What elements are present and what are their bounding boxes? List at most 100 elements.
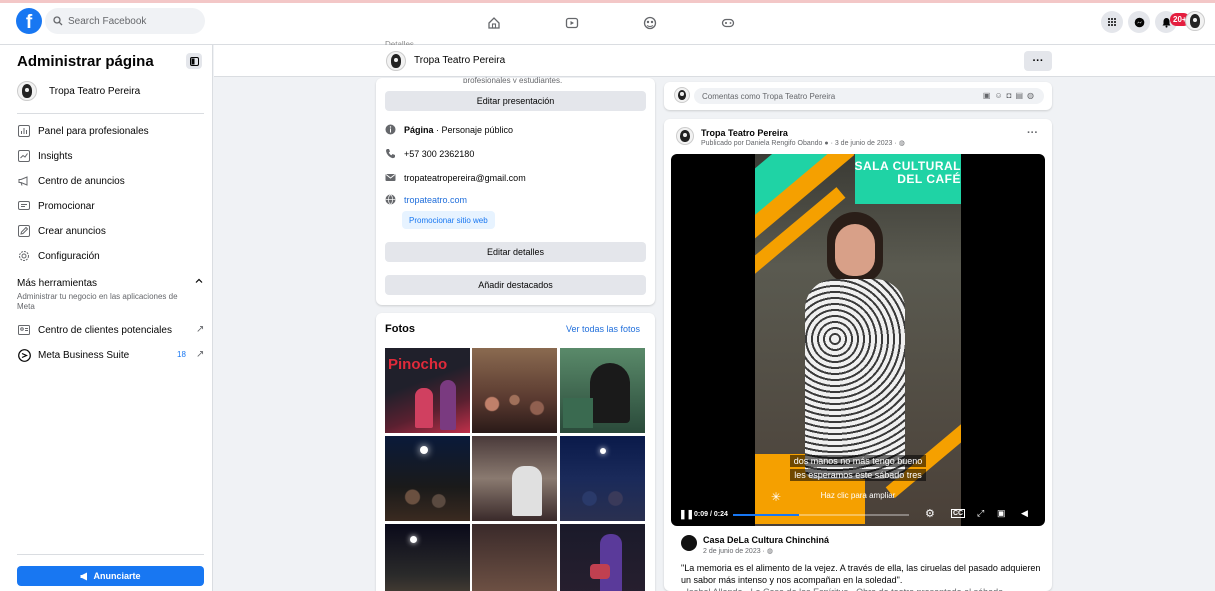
comment-input[interactable]: Comentas como Tropa Teatro Pereira ▣ ☺ ◘… [694, 88, 1044, 104]
phone-row: +57 300 2362180 [385, 148, 474, 159]
intro-cut-text: profesionales y estudiantes. [463, 76, 563, 83]
sidebar-item-ad-center[interactable]: Centro de anuncios [17, 172, 207, 190]
meta-suite-count-badge: 18 [177, 350, 186, 359]
external-link-icon: ↗ [196, 324, 205, 335]
website-link[interactable]: tropateatro.com [404, 195, 467, 205]
post-quote-text: "La memoria es el alimento de la vejez. … [681, 563, 1041, 585]
photo-thumbnail[interactable] [385, 524, 470, 591]
page-avatar[interactable] [386, 51, 406, 71]
sidebar-item-settings[interactable]: Configuración [17, 247, 207, 265]
account-avatar[interactable] [1185, 11, 1205, 31]
camera-icon[interactable]: ◘ [1007, 91, 1012, 100]
post-author-name[interactable]: Tropa Teatro Pereira [701, 128, 788, 138]
sidebar-divider [17, 554, 204, 555]
more-tools-heading[interactable]: Más herramientas [17, 278, 97, 289]
photo-thumbnail[interactable]: Pinocho [385, 348, 470, 433]
dashboard-icon [17, 124, 31, 138]
edit-presentation-button[interactable]: Editar presentación [385, 91, 646, 111]
pause-icon[interactable]: ❚❚ [679, 509, 694, 520]
promote-icon [17, 199, 31, 213]
watch-video-icon[interactable] [562, 13, 582, 33]
comment-composer: Comentas como Tropa Teatro Pereira ▣ ☺ ◘… [664, 82, 1052, 110]
sidebar-item-promote[interactable]: Promocionar [17, 197, 207, 215]
sidebar-item-insights[interactable]: Insights [17, 147, 207, 165]
shared-author-name[interactable]: Casa DeLa Cultura Chinchiná [703, 535, 829, 545]
more-options-button[interactable]: ··· [1024, 51, 1052, 71]
fullscreen-icon[interactable]: ⤢ [977, 508, 984, 519]
phone-number: +57 300 2362180 [404, 148, 475, 159]
info-icon: ● [824, 140, 829, 147]
top-navigation-bar: f 20+ [0, 3, 1215, 45]
post-quote-continued: · Isabel Allende · La Casa de los Espíri… [681, 587, 1041, 591]
commenter-avatar [674, 87, 690, 103]
sidebar-title: Administrar página [17, 53, 154, 70]
photo-thumbnail[interactable] [560, 524, 645, 591]
sticker-icon[interactable]: ▣ [983, 91, 991, 100]
groups-icon[interactable] [640, 13, 660, 33]
search-box[interactable] [45, 8, 205, 34]
page-header-bar: Tropa Teatro Pereira ··· [214, 45, 1215, 77]
video-progress-fill [733, 514, 799, 516]
megaphone-icon [80, 572, 88, 580]
search-input[interactable] [68, 15, 188, 27]
page-header-name: Tropa Teatro Pereira [414, 55, 506, 66]
add-featured-button[interactable]: Añadir destacados [385, 275, 646, 295]
avatar-sticker-icon[interactable]: ◍ [1027, 91, 1034, 100]
megaphone-icon [17, 174, 31, 188]
video-time: 0:09 / 0:24 [694, 511, 728, 518]
captions-cc-icon[interactable]: CC [951, 509, 966, 518]
gear-icon [17, 249, 31, 263]
enlarge-hint[interactable]: Haz clic para ampliar [755, 491, 961, 500]
sidebar-item-create-ads[interactable]: Crear anuncios [17, 222, 207, 240]
email-row: tropateatropereira@gmail.com [385, 172, 526, 183]
page-type-label: Página [404, 124, 434, 135]
post-author-avatar[interactable] [676, 127, 694, 145]
video-captions: dos manos no más tengo bueno les esperam… [755, 454, 961, 482]
page-type-row: Página · Personaje público [385, 124, 513, 135]
post-more-options[interactable]: ··· [1027, 127, 1038, 139]
video-progress-bar[interactable] [733, 514, 909, 516]
post-meta: Publicado por Daniela Rengifo Obando ● ·… [701, 140, 905, 147]
search-icon [53, 16, 63, 26]
phone-icon [385, 148, 396, 159]
advertise-button[interactable]: Anunciarte [17, 566, 204, 586]
sidebar-page-profile[interactable]: Tropa Teatro Pereira [17, 81, 140, 101]
sidebar-item-leads-center[interactable]: Centro de clientes potenciales [17, 321, 207, 339]
shared-post-date: 2 de junio de 2023 · ◍ [703, 548, 773, 555]
photo-thumbnail[interactable] [560, 348, 645, 433]
facebook-logo-icon[interactable]: f [16, 8, 42, 34]
picture-in-picture-icon[interactable]: ▣ [997, 508, 1006, 519]
promote-website-button[interactable]: Promocionar sitio web [402, 211, 495, 229]
photo-thumbnail[interactable] [560, 436, 645, 521]
photo-thumbnail[interactable] [472, 348, 557, 433]
menu-grid-icon[interactable] [1101, 11, 1123, 33]
video-player[interactable]: SALA CULTURAL DEL CAFÉ dos manos no más … [671, 154, 1045, 526]
sidebar-divider [17, 113, 204, 114]
gif-icon[interactable]: ▤ [1015, 91, 1023, 100]
chevron-up-icon[interactable] [195, 277, 203, 288]
email-address: tropateatropereira@gmail.com [404, 172, 526, 183]
manage-page-sidebar: Administrar página Tropa Teatro Pereira … [0, 45, 213, 591]
edit-details-button[interactable]: Editar detalles [385, 242, 646, 262]
photo-thumbnail[interactable] [472, 436, 557, 521]
emoji-icon[interactable]: ☺ [994, 91, 1002, 100]
video-overlay-title: SALA CULTURAL DEL CAFÉ [854, 159, 961, 186]
page-type-value: · Personaje público [433, 124, 514, 135]
sidebar-item-professional-dashboard[interactable]: Panel para profesionales [17, 122, 207, 140]
photo-thumbnail[interactable] [385, 436, 470, 521]
see-all-photos-link[interactable]: Ver todas las fotos [566, 324, 640, 334]
globe-icon [385, 194, 396, 205]
settings-gear-icon[interactable]: ⚙ [925, 507, 935, 520]
leads-icon [17, 323, 31, 337]
video-post: Tropa Teatro Pereira Publicado por Danie… [664, 119, 1052, 591]
shared-post-header: Casa DeLa Cultura Chinchiná 2 de junio d… [681, 535, 829, 555]
photo-poster-title: Pinocho [388, 356, 448, 373]
home-icon[interactable] [484, 13, 504, 33]
collapse-sidebar-icon[interactable] [186, 53, 202, 69]
photo-thumbnail[interactable] [472, 524, 557, 591]
volume-icon[interactable]: ◀ [1021, 508, 1028, 519]
website-row: tropateatro.com [385, 194, 467, 205]
messenger-icon[interactable] [1128, 11, 1150, 33]
shared-author-avatar[interactable] [681, 535, 697, 551]
gaming-icon[interactable] [718, 13, 738, 33]
